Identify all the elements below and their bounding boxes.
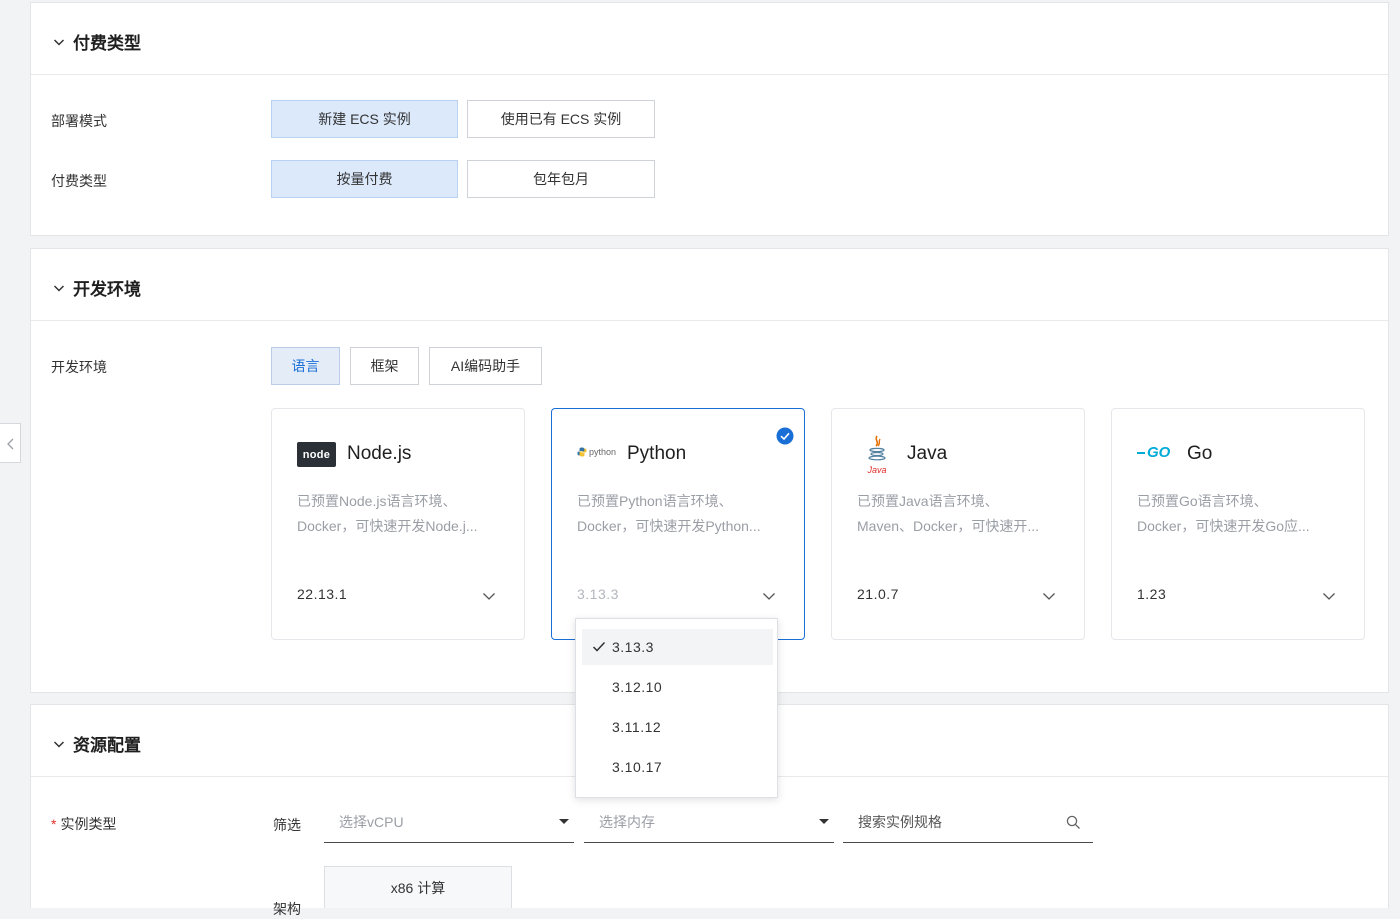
python-version-dropdown: 3.13.3 3.12.10 3.11.12 3.10.17: [575, 618, 778, 798]
version-option[interactable]: 3.12.10: [582, 669, 773, 705]
lang-card-python[interactable]: python Python 已预置Python语言环境、 Docker，可快速开…: [551, 408, 805, 640]
version-option[interactable]: 3.11.12: [582, 709, 773, 745]
lang-name: Java: [907, 443, 948, 464]
billing-section: 付费类型 部署模式 新建 ECS 实例 使用已有 ECS 实例 付费类型 按量付…: [30, 2, 1389, 236]
lang-name: Go: [1187, 443, 1213, 464]
go-logo-icon: GO: [1137, 444, 1170, 461]
python-logo-icon: python: [577, 447, 616, 457]
lang-description: 已预置Java语言环境、 Maven、Docker，可快速开...: [857, 493, 1040, 534]
tab-framework[interactable]: 框架: [350, 347, 419, 385]
chevron-down-icon[interactable]: [482, 589, 496, 603]
chevron-down-icon[interactable]: [1042, 589, 1056, 603]
lang-card-go[interactable]: GO Go 已预置Go语言环境、 Docker，可快速开发Go应... 1.23: [1111, 408, 1365, 640]
caret-down-icon: [819, 819, 829, 824]
required-mark: *: [51, 816, 57, 832]
architecture-label: 架构: [273, 901, 301, 917]
check-icon: [592, 641, 606, 652]
lang-name: Node.js: [347, 443, 412, 464]
instance-search-input[interactable]: 搜索实例规格: [843, 801, 1093, 843]
deploy-new-ecs-button[interactable]: 新建 ECS 实例: [271, 100, 458, 138]
lang-card-java[interactable]: Java Java 已预置Java语言环境、 Maven、Docker，可快速开…: [831, 408, 1085, 640]
devenv-label: 开发环境: [51, 359, 107, 375]
deploy-mode-label: 部署模式: [51, 113, 107, 129]
pay-as-you-go-button[interactable]: 按量付费: [271, 160, 458, 198]
java-logo-icon: Java: [865, 434, 889, 475]
chevron-down-icon[interactable]: [1322, 589, 1336, 603]
version-select[interactable]: 1.23: [1137, 586, 1166, 602]
lang-description: 已预置Go语言环境、 Docker，可快速开发Go应...: [1137, 493, 1310, 534]
billing-section-header[interactable]: 付费类型: [31, 3, 1388, 75]
version-select[interactable]: 3.13.3: [577, 586, 619, 602]
section-title-text: 开发环境: [73, 280, 141, 299]
lang-card-nodejs[interactable]: node Node.js 已预置Node.js语言环境、 Docker，可快速开…: [271, 408, 525, 640]
deploy-existing-ecs-button[interactable]: 使用已有 ECS 实例: [467, 100, 655, 138]
subscription-button[interactable]: 包年包月: [467, 160, 655, 198]
billing-section-title[interactable]: 付费类型: [53, 29, 141, 54]
devenv-section-title[interactable]: 开发环境: [53, 275, 141, 300]
lang-description: 已预置Python语言环境、 Docker，可快速开发Python...: [577, 493, 761, 534]
version-select[interactable]: 22.13.1: [297, 586, 347, 602]
version-select[interactable]: 21.0.7: [857, 586, 899, 602]
search-icon[interactable]: [1066, 815, 1081, 830]
filter-label: 筛选: [273, 817, 301, 833]
devenv-section-header[interactable]: 开发环境: [31, 249, 1388, 321]
chevron-down-icon: [53, 284, 65, 292]
sidebar-toggle[interactable]: [0, 423, 21, 463]
vcpu-select[interactable]: 选择vCPU: [324, 801, 574, 843]
caret-down-icon: [559, 819, 569, 824]
lang-name: Python: [627, 443, 687, 464]
selected-check-icon: [776, 427, 794, 450]
section-title-text: 付费类型: [73, 34, 141, 53]
section-title-text: 资源配置: [73, 736, 141, 755]
tab-ai-assistant[interactable]: AI编码助手: [429, 347, 542, 385]
resource-section-title[interactable]: 资源配置: [53, 731, 141, 756]
version-option[interactable]: 3.10.17: [582, 749, 773, 785]
instance-type-label: * 实例类型: [51, 816, 117, 832]
chevron-down-icon: [53, 740, 65, 748]
version-option[interactable]: 3.13.3: [582, 629, 773, 665]
billing-type-label: 付费类型: [51, 173, 107, 189]
nodejs-logo-icon: node: [297, 442, 336, 467]
chevron-down-icon: [53, 38, 65, 46]
lang-description: 已预置Node.js语言环境、 Docker，可快速开发Node.j...: [297, 493, 478, 534]
arch-x86-button[interactable]: x86 计算: [324, 866, 512, 908]
memory-select[interactable]: 选择内存: [584, 801, 834, 843]
chevron-down-icon[interactable]: [762, 589, 776, 603]
tab-language[interactable]: 语言: [271, 347, 340, 385]
chevron-left-icon: [7, 438, 14, 450]
